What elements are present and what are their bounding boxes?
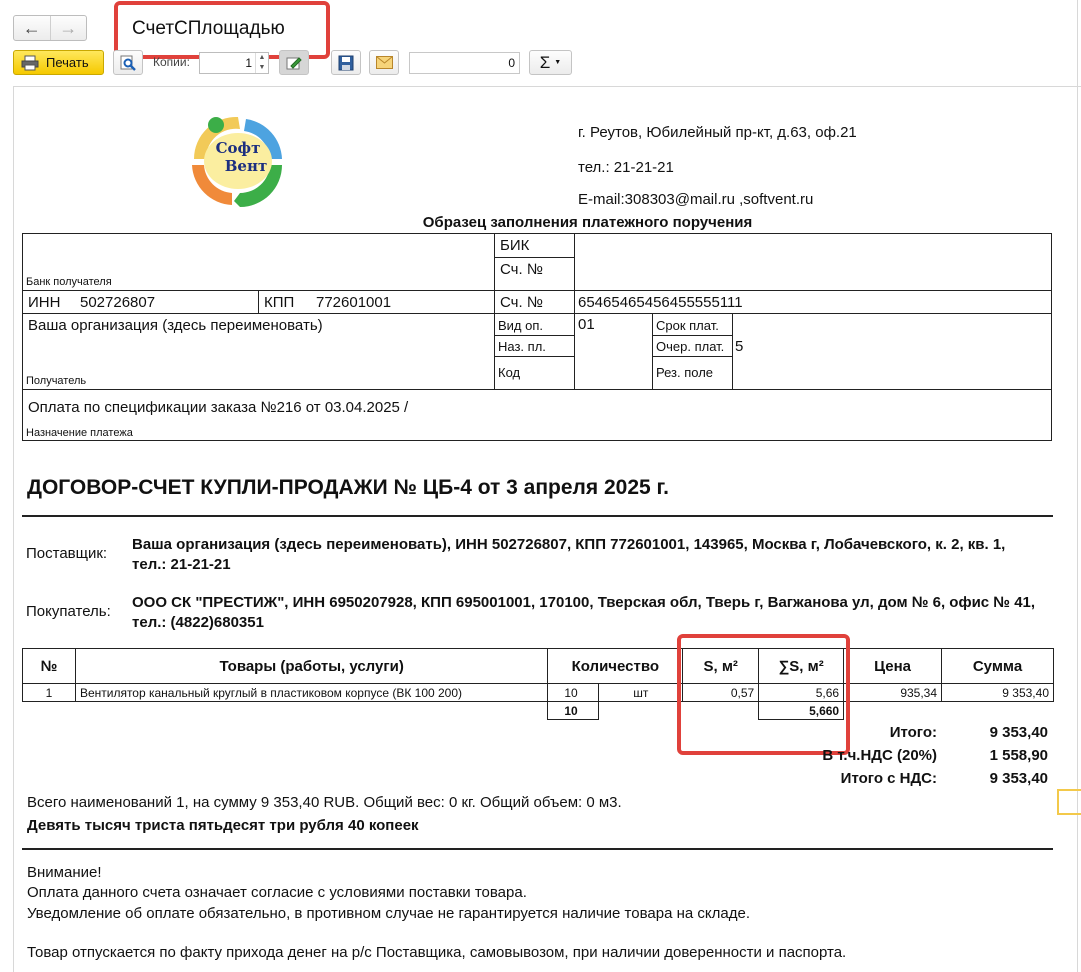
col-quantity: Количество xyxy=(547,648,684,684)
reserve-label: Рез. поле xyxy=(656,365,714,380)
table-totals-row: 10 5,660 xyxy=(23,701,1054,720)
copy-doc-button[interactable] xyxy=(279,50,309,75)
recipient-account-label: Сч. № xyxy=(500,294,543,311)
row-price: 935,34 xyxy=(843,683,943,702)
copies-input[interactable]: 1 ▲ ▼ xyxy=(199,52,269,74)
divider xyxy=(22,515,1053,517)
buyer-value: ООО СК "ПРЕСТИЖ", ИНН 6950207928, КПП 69… xyxy=(132,594,1036,631)
note-line-2: Уведомление об оплате обязательно, в про… xyxy=(27,905,750,922)
supplier-email: E-mail:308303@mail.ru ,softvent.ru xyxy=(578,191,814,208)
summary-line: Всего наименований 1, на сумму 9 353,40 … xyxy=(27,794,622,811)
order-value: 5 xyxy=(735,338,744,355)
table-row: 1 Вентилятор канальный круглый в пластик… xyxy=(22,683,1054,702)
buyer-label: Покупатель: xyxy=(26,603,111,620)
op-type-label: Вид оп. xyxy=(498,318,544,333)
purpose-code-label: Наз. пл. xyxy=(498,339,546,354)
inn-label: ИНН xyxy=(28,294,61,311)
items-table: № Товары (работы, услуги) Количество S, … xyxy=(22,648,1054,720)
total-with-vat-label: Итого с НДС: xyxy=(840,770,937,787)
magnifier-icon xyxy=(120,55,136,71)
envelope-icon xyxy=(375,56,393,69)
sigma-icon: Σ xyxy=(539,52,551,72)
document-edit-icon xyxy=(286,56,302,69)
recipient-name: Ваша организация (здесь переименовать) xyxy=(28,317,323,334)
email-button[interactable] xyxy=(369,50,399,75)
preview-button[interactable] xyxy=(113,50,143,75)
total-with-vat-value: 9 353,40 xyxy=(989,770,1048,787)
total-label: Итого: xyxy=(889,724,937,741)
sum-field[interactable]: 0 xyxy=(409,52,520,74)
payment-purpose-label: Назначение платежа xyxy=(26,427,133,439)
term-label: Срок плат. xyxy=(656,318,719,333)
bank-label: Банк получателя xyxy=(26,276,112,288)
copies-spinner[interactable]: ▲ ▼ xyxy=(255,53,268,73)
note-attention: Внимание! xyxy=(27,864,102,881)
op-type-value: 01 xyxy=(578,316,595,333)
bik-label: БИК xyxy=(500,237,530,254)
print-button-label: Печать xyxy=(46,55,89,70)
recipient-account-value: 65465465456455555111 xyxy=(578,294,743,311)
recipient-label: Получатель xyxy=(26,375,87,387)
chevron-down-icon: ▼ xyxy=(554,59,562,66)
payment-form: БИК Сч. № Банк получателя ИНН 502726807 … xyxy=(22,233,1052,441)
kpp-label: КПП xyxy=(264,294,295,311)
bank-account-label: Сч. № xyxy=(500,261,543,278)
copies-value: 1 xyxy=(245,56,252,70)
print-button[interactable]: Печать xyxy=(13,50,104,75)
kpp-value: 772601001 xyxy=(316,294,392,311)
row-number: 1 xyxy=(22,683,76,702)
window-edge xyxy=(1077,0,1078,972)
save-button[interactable] xyxy=(331,50,361,75)
row-goods-name: Вентилятор канальный круглый в пластиков… xyxy=(74,683,549,702)
printer-icon xyxy=(21,55,39,70)
total-value: 9 353,40 xyxy=(989,724,1048,741)
floppy-disk-icon xyxy=(338,55,354,70)
inn-value: 502726807 xyxy=(80,294,156,311)
row-quantity: 10 xyxy=(547,683,600,702)
col-goods: Товары (работы, услуги) xyxy=(74,648,549,684)
note-line-1: Оплата данного счета означает согласие с… xyxy=(27,884,527,901)
total-quantity: 10 xyxy=(547,701,600,720)
order-label: Очер. плат. xyxy=(656,339,725,354)
contract-title: ДОГОВОР-СЧЕТ КУПЛИ-ПРОДАЖИ № ЦБ-4 от 3 а… xyxy=(27,476,669,499)
vat-label: В т.ч.НДС (20%) xyxy=(822,747,937,764)
navigation-buttons: ← → xyxy=(13,15,87,41)
supplier-label: Поставщик: xyxy=(26,545,108,562)
sum-mode-button[interactable]: Σ ▼ xyxy=(529,50,572,75)
logo-text-line1: Софт xyxy=(216,139,261,157)
col-sum: Сумма xyxy=(941,648,1054,684)
logo-text-line2: Вент xyxy=(225,157,268,175)
back-arrow-icon[interactable]: ← xyxy=(14,16,50,40)
toolbar: Печать Копии: 1 ▲ ▼ 0 Σ ▼ xyxy=(13,50,1073,76)
forward-arrow-icon[interactable]: → xyxy=(49,16,87,40)
table-header-row: № Товары (работы, услуги) Количество S, … xyxy=(22,648,1054,684)
row-sum: 9 353,40 xyxy=(941,683,1054,702)
note-line-3: Товар отпускается по факту прихода денег… xyxy=(27,944,847,961)
vat-value: 1 558,90 xyxy=(989,747,1048,764)
payment-form-title: Образец заполнения платежного поручения xyxy=(422,214,753,231)
supplier-address: г. Реутов, Юбилейный пр-кт, д.63, оф.21 xyxy=(578,124,857,141)
company-logo: Софт Вент xyxy=(192,116,282,207)
supplier-phone: тел.: 21-21-21 xyxy=(578,159,674,176)
code-label: Код xyxy=(498,365,521,380)
divider xyxy=(22,848,1053,850)
supplier-value: Ваша организация (здесь переименовать), … xyxy=(132,536,1006,573)
scroll-marker[interactable] xyxy=(1057,789,1081,815)
copies-label: Копии: xyxy=(153,55,190,69)
col-number: № xyxy=(22,648,76,684)
payment-purpose-value: Оплата по спецификации заказа №216 от 03… xyxy=(28,399,409,416)
sum-in-words: Девять тысяч триста пятьдесят три рубля … xyxy=(27,817,419,834)
col-price: Цена xyxy=(843,648,943,684)
row-unit: шт xyxy=(598,683,684,702)
